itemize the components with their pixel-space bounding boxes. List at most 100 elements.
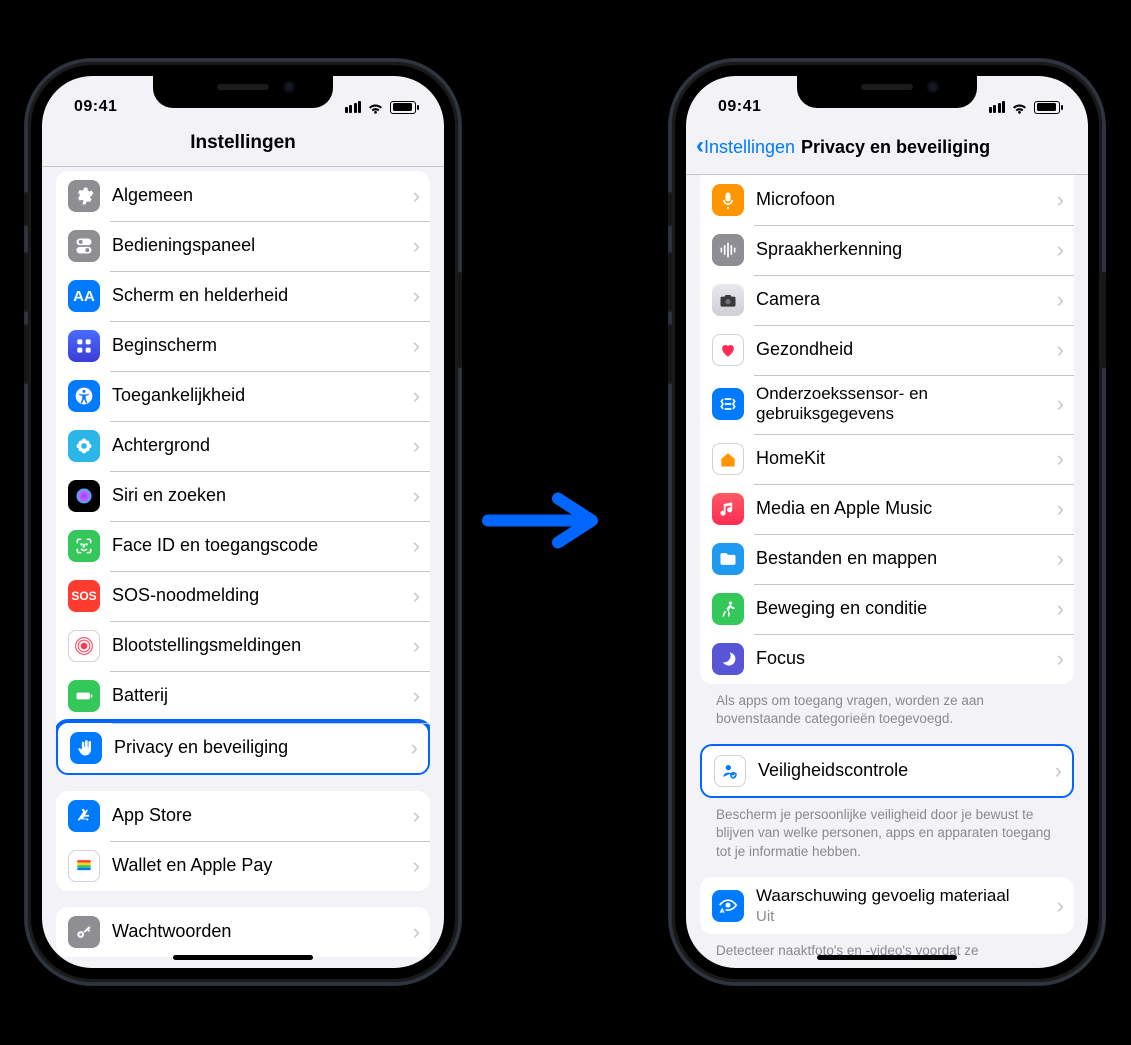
chevron-right-icon: ›: [1057, 893, 1064, 919]
chevron-right-icon: ›: [1057, 391, 1064, 417]
chevron-left-icon: ‹: [696, 132, 704, 160]
chevron-right-icon: ›: [1057, 446, 1064, 472]
row-privacy-beveiliging[interactable]: Privacy en beveiliging ›: [56, 719, 430, 775]
settings-list: Algemeen › Bedieningspaneel › AA: [42, 171, 444, 968]
row-label: Toegankelijkheid: [112, 385, 407, 407]
row-camera[interactable]: Camera ›: [700, 275, 1074, 325]
row-label: Wallet en Apple Pay: [112, 855, 407, 877]
row-sublabel: Uit: [756, 908, 1051, 925]
fitness-icon: [712, 593, 744, 625]
battery-icon: [390, 101, 416, 114]
row-spraakherkenning[interactable]: Spraakherkenning ›: [700, 225, 1074, 275]
home-icon: [712, 443, 744, 475]
row-label: Beginscherm: [112, 335, 407, 357]
row-veiligheidscontrole[interactable]: Veiligheidscontrole ›: [700, 744, 1074, 798]
row-sos[interactable]: SOS SOS-noodmelding ›: [56, 571, 430, 621]
row-label: App Store: [112, 805, 407, 827]
row-label: Spraakherkenning: [756, 239, 1051, 261]
settings-group-3: Wachtwoorden ›: [56, 907, 430, 957]
cellular-icon: [989, 101, 1006, 113]
flower-icon: [68, 430, 100, 462]
chevron-right-icon: ›: [413, 533, 420, 559]
row-label: Siri en zoeken: [112, 485, 407, 507]
chevron-right-icon: ›: [413, 283, 420, 309]
row-label: Achtergrond: [112, 435, 407, 457]
row-toegankelijkheid[interactable]: Toegankelijkheid ›: [56, 371, 430, 421]
chevron-right-icon: ›: [411, 735, 418, 761]
row-siri[interactable]: Siri en zoeken ›: [56, 471, 430, 521]
focus-icon: [712, 643, 744, 675]
row-label: Blootstellingsmeldingen: [112, 635, 407, 657]
row-beweging[interactable]: Beweging en conditie ›: [700, 584, 1074, 634]
row-wachtwoorden[interactable]: Wachtwoorden ›: [56, 907, 430, 957]
row-label: SOS-noodmelding: [112, 585, 407, 607]
row-label: Microfoon: [756, 189, 1051, 211]
status-time: 09:41: [74, 98, 117, 116]
row-bedieningspaneel[interactable]: Bedieningspaneel ›: [56, 221, 430, 271]
row-wallet[interactable]: Wallet en Apple Pay ›: [56, 841, 430, 891]
camera-icon: [712, 284, 744, 316]
row-blootstelling[interactable]: Blootstellingsmeldingen ›: [56, 621, 430, 671]
row-label: Onderzoekssensor- en gebruiksgegevens: [756, 384, 1051, 425]
battery-icon: [1034, 101, 1060, 114]
chevron-right-icon: ›: [1057, 287, 1064, 313]
row-media-music[interactable]: Media en Apple Music ›: [700, 484, 1074, 534]
row-appstore[interactable]: App Store ›: [56, 791, 430, 841]
hand-icon: [70, 732, 102, 764]
row-label: Camera: [756, 289, 1051, 311]
wifi-icon: [367, 101, 384, 114]
row-focus[interactable]: Focus ›: [700, 634, 1074, 684]
chevron-right-icon: ›: [413, 333, 420, 359]
settings-group-2: App Store › Wallet en Apple Pay ›: [56, 791, 430, 891]
chevron-right-icon: ›: [1057, 496, 1064, 522]
row-label: Bestanden en mappen: [756, 548, 1051, 570]
row-label: Gezondheid: [756, 339, 1051, 361]
key-icon: [68, 916, 100, 948]
accessibility-icon: [68, 380, 100, 412]
chevron-right-icon: ›: [413, 583, 420, 609]
research-icon: [712, 388, 744, 420]
row-batterij[interactable]: Batterij ›: [56, 671, 430, 721]
chevron-right-icon: ›: [1057, 546, 1064, 572]
chevron-right-icon: ›: [413, 483, 420, 509]
row-faceid[interactable]: Face ID en toegangscode ›: [56, 521, 430, 571]
chevron-right-icon: ›: [1057, 596, 1064, 622]
status-time: 09:41: [718, 98, 761, 116]
row-label: Wachtwoorden: [112, 921, 407, 943]
phone-right: 09:41 ‹ Instellingen Privacy en beveilig…: [672, 62, 1102, 982]
heart-icon: [712, 334, 744, 366]
row-label: Scherm en helderheid: [112, 285, 407, 307]
eye-warn-icon: !: [712, 890, 744, 922]
row-microfoon[interactable]: Microfoon ›: [700, 175, 1074, 225]
page-title: Privacy en beveiliging: [709, 137, 1082, 158]
chevron-right-icon: ›: [413, 683, 420, 709]
row-algemeen[interactable]: Algemeen ›: [56, 171, 430, 221]
row-beginscherm[interactable]: Beginscherm ›: [56, 321, 430, 371]
chevron-right-icon: ›: [1057, 187, 1064, 213]
note-b: Bescherm je persoonlijke veiligheid door…: [700, 798, 1074, 861]
privacy-list: Microfoon › Spraakherkenning ›: [686, 175, 1088, 968]
row-scherm-helderheid[interactable]: AA Scherm en helderheid ›: [56, 271, 430, 321]
privacy-group-b: Veiligheidscontrole ›: [700, 744, 1074, 798]
row-onderzoekssensor[interactable]: Onderzoekssensor- en gebruiksgegevens ›: [700, 375, 1074, 434]
row-label: Bedieningspaneel: [112, 235, 407, 257]
row-bestanden[interactable]: Bestanden en mappen ›: [700, 534, 1074, 584]
chevron-right-icon: ›: [413, 803, 420, 829]
home-indicator[interactable]: [817, 955, 957, 960]
privacy-group-c: ! Waarschuwing gevoelig materiaal Uit ›: [700, 877, 1074, 934]
row-achtergrond[interactable]: Achtergrond ›: [56, 421, 430, 471]
chevron-right-icon: ›: [1057, 337, 1064, 363]
cellular-icon: [345, 101, 362, 113]
chevron-right-icon: ›: [413, 233, 420, 259]
note-a: Als apps om toegang vragen, worden ze aa…: [700, 684, 1074, 728]
row-gezondheid[interactable]: Gezondheid ›: [700, 325, 1074, 375]
switches-icon: [68, 230, 100, 262]
home-indicator[interactable]: [173, 955, 313, 960]
row-homekit[interactable]: HomeKit ›: [700, 434, 1074, 484]
chevron-right-icon: ›: [413, 383, 420, 409]
row-waarschuwing-gevoelig[interactable]: ! Waarschuwing gevoelig materiaal Uit ›: [700, 877, 1074, 934]
row-label: Focus: [756, 648, 1051, 670]
chevron-right-icon: ›: [413, 633, 420, 659]
row-label: Waarschuwing gevoelig materiaal: [756, 886, 1051, 906]
chevron-right-icon: ›: [1055, 758, 1062, 784]
